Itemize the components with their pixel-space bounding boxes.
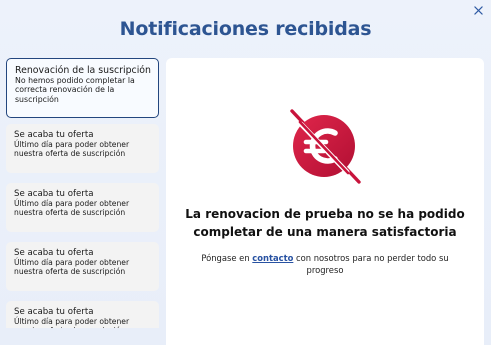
notification-item-offer[interactable]: Se acaba tu oferta Último día para poder… <box>6 242 159 291</box>
notification-title: Renovación de la suscripción <box>15 65 151 76</box>
notification-list[interactable]: Renovación de la suscripción No hemos po… <box>6 58 159 328</box>
notification-item-offer[interactable]: Se acaba tu oferta Último día para poder… <box>6 124 159 173</box>
notification-item-offer[interactable]: Se acaba tu oferta Último día para poder… <box>6 183 159 232</box>
notification-title: Se acaba tu oferta <box>14 189 94 199</box>
notification-title: Se acaba tu oferta <box>14 248 94 258</box>
notification-title: Se acaba tu oferta <box>14 130 94 140</box>
notification-description: No hemos podido completar la correcta re… <box>15 76 135 104</box>
contact-link[interactable]: contacto <box>252 253 293 263</box>
notification-detail-panel: La renovacion de prueba no se ha podido … <box>166 58 484 345</box>
notification-item-offer[interactable]: Se acaba tu oferta Último día para poder… <box>6 301 159 328</box>
page-title: Notificaciones recibidas <box>119 18 372 40</box>
notification-description: Último día para poder obtener nuestra of… <box>14 199 130 218</box>
close-icon <box>473 5 483 15</box>
detail-text-before: Póngase en <box>201 253 253 263</box>
notification-description: Último día para poder obtener nuestra of… <box>14 140 130 159</box>
detail-text-after: con nosotros para no perder todo su prog… <box>293 253 449 275</box>
notification-description: Último día para poder obtener nuestra of… <box>14 258 130 277</box>
notification-title: Se acaba tu oferta <box>14 307 94 317</box>
detail-message: Póngase en contacto con nosotros para no… <box>182 253 468 276</box>
notification-item-subscription-renewal[interactable]: Renovación de la suscripción No hemos po… <box>6 58 159 118</box>
notification-description: Último día para poder obtener nuestra of… <box>14 317 130 328</box>
detail-headline: La renovacion de prueba no se ha podido … <box>185 207 465 239</box>
euro-crossed-icon <box>280 102 368 190</box>
close-button[interactable] <box>471 3 485 17</box>
